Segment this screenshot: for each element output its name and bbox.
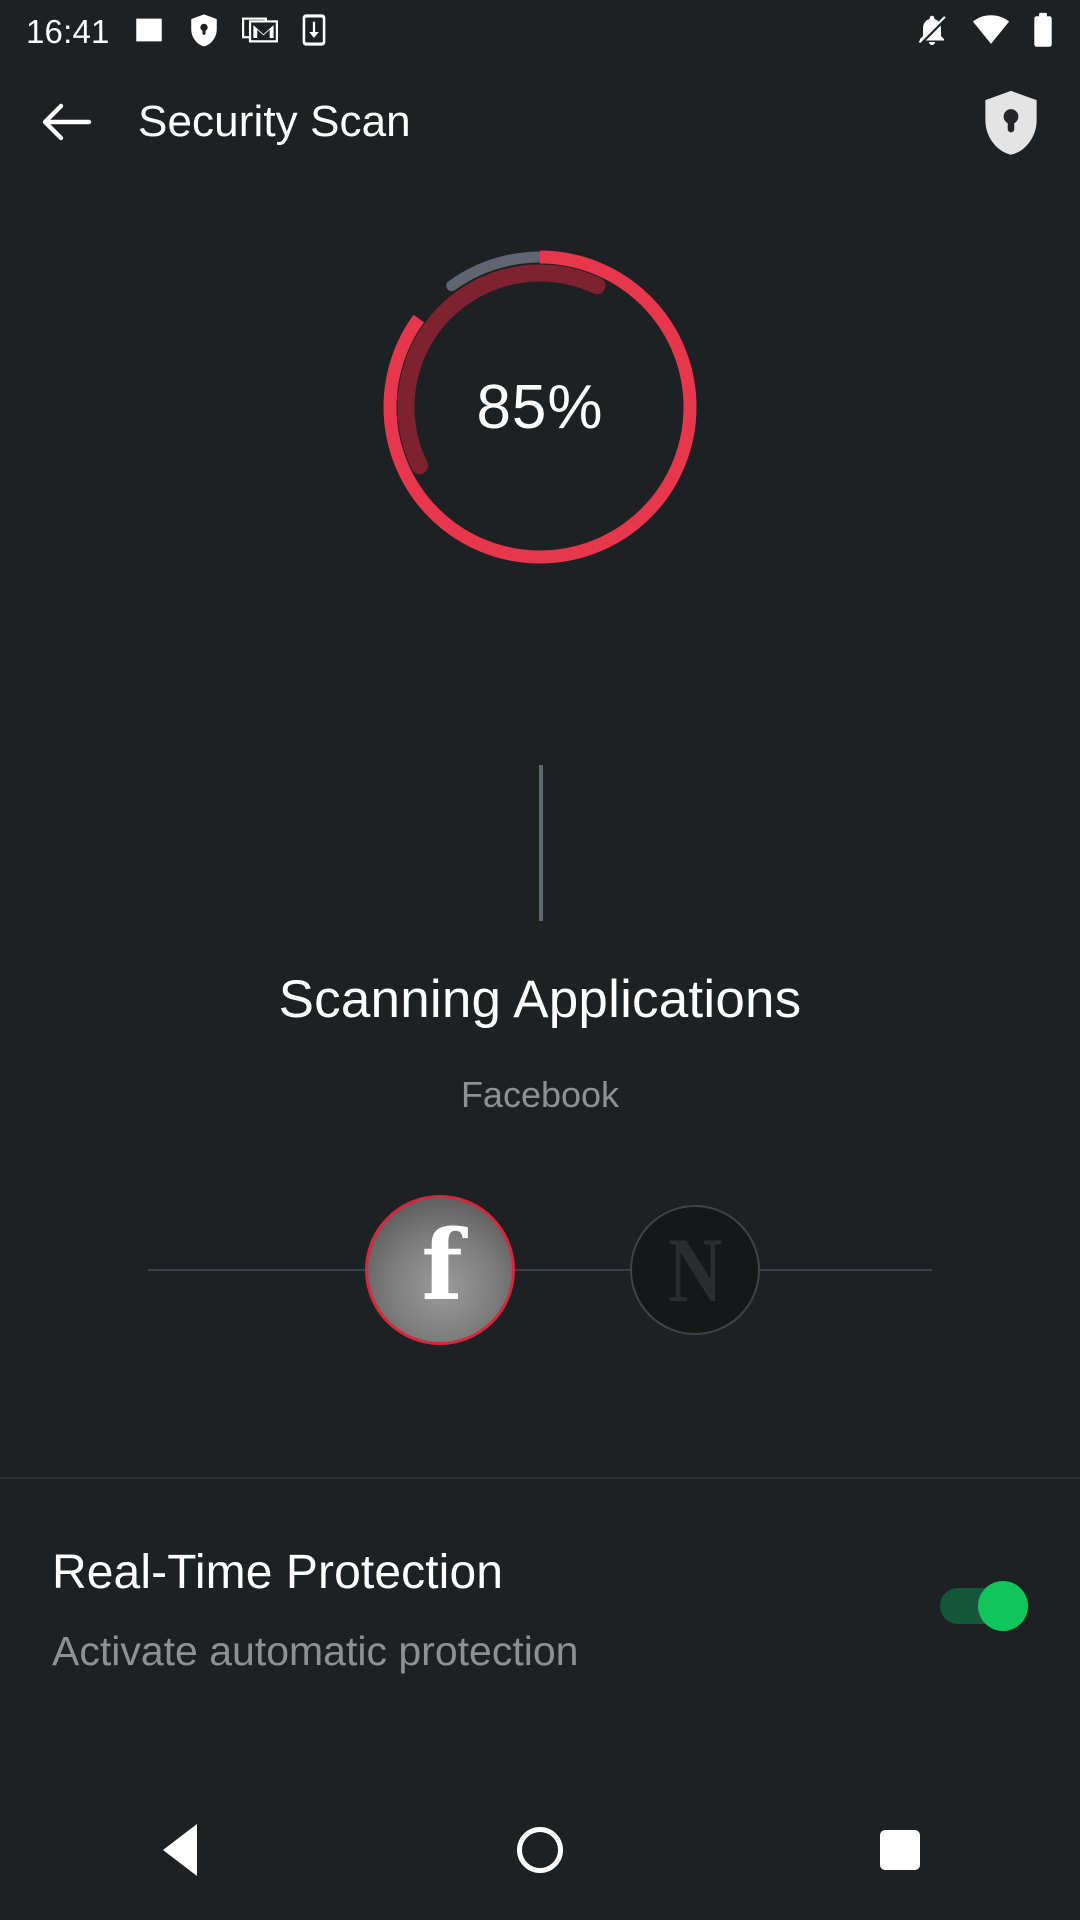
shield-keyhole-icon[interactable] <box>976 87 1046 157</box>
scan-current-app-label: Facebook <box>460 1074 620 1115</box>
nav-recents-square-icon <box>880 1830 920 1870</box>
gmail-icon <box>241 13 278 52</box>
app-carousel: f N <box>0 1195 1080 1345</box>
page-title: Security Scan <box>138 97 411 146</box>
back-nav-button[interactable] <box>0 1780 360 1920</box>
setting-title: Real-Time Protection <box>52 1546 504 1599</box>
back-button[interactable] <box>34 89 100 155</box>
recents-nav-button[interactable] <box>720 1780 1080 1920</box>
scan-area: 85% Scanning Applications Facebook f N <box>0 180 1080 1477</box>
security-scan-screen: 16:41 Security Scan 85% Scanning Applica… <box>0 0 1080 1920</box>
android-nav-bar <box>0 1780 1080 1920</box>
app-icon-facebook[interactable]: f <box>365 1195 515 1345</box>
real-time-protection-row[interactable]: Real-Time Protection Activate automatic … <box>0 1479 1080 1759</box>
notifications-off-icon <box>914 12 950 53</box>
status-bar-left: 16:41 <box>26 13 328 52</box>
nav-back-triangle-icon <box>163 1824 197 1876</box>
wifi-icon <box>972 13 1010 52</box>
scan-progress-ring: 85% <box>375 242 705 572</box>
image-icon <box>132 13 166 52</box>
app-bar: Security Scan <box>0 64 1080 180</box>
app-icon-netflix[interactable]: N <box>630 1205 760 1335</box>
carousel-track-line <box>148 1269 932 1271</box>
progress-percent-label: 85% <box>476 372 604 442</box>
status-bar: 16:41 <box>0 0 1080 64</box>
setting-subtitle: Activate automatic protection <box>52 1628 579 1674</box>
back-arrow-icon <box>42 103 92 141</box>
battery-full-icon <box>1032 12 1054 53</box>
netflix-glyph: N <box>667 1219 723 1321</box>
nav-home-circle-icon <box>517 1827 563 1873</box>
facebook-glyph: f <box>421 1209 463 1322</box>
status-bar-right <box>914 12 1054 53</box>
real-time-protection-toggle[interactable] <box>940 1581 1028 1631</box>
shield-lock-icon <box>188 13 220 52</box>
toggle-thumb <box>978 1581 1028 1631</box>
home-nav-button[interactable] <box>360 1780 720 1920</box>
scan-status-title: Scanning Applications <box>278 970 802 1029</box>
phone-download-icon <box>300 13 328 52</box>
scan-connector-line <box>539 765 543 921</box>
status-clock: 16:41 <box>26 13 110 50</box>
real-time-protection-text: Real-Time Protection Activate automatic … <box>52 1545 922 1675</box>
